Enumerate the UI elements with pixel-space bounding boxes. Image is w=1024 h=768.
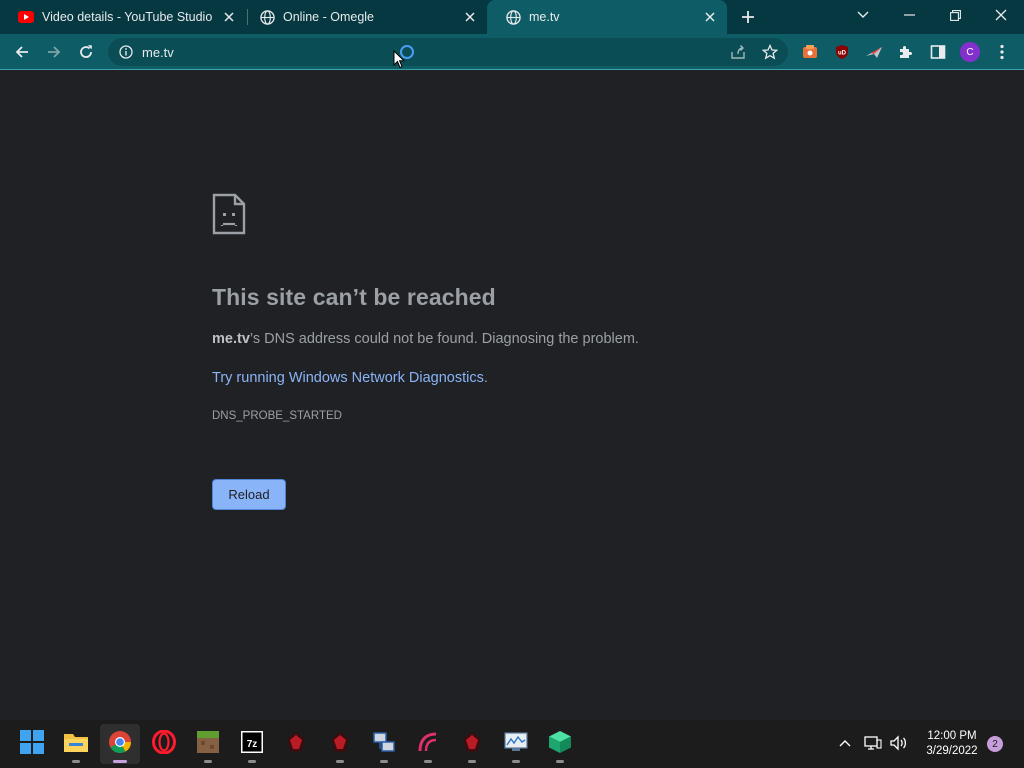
- taskbar-clock[interactable]: 12:00 PM 3/29/2022: [914, 729, 990, 759]
- file-explorer-icon: [63, 731, 89, 758]
- error-description: me.tv’s DNS address could not be found. …: [212, 331, 639, 347]
- extension-orange-icon[interactable]: [796, 38, 824, 66]
- clock-time: 12:00 PM: [927, 730, 977, 742]
- running-indicator: [512, 760, 520, 763]
- app-red-2-icon: [329, 731, 351, 758]
- clock-date: 3/29/2022: [926, 745, 978, 757]
- running-indicator: [72, 760, 80, 763]
- app-red-3-icon: [461, 731, 483, 758]
- avatar: C: [960, 42, 980, 62]
- link-suffix: .: [483, 370, 488, 386]
- start-button[interactable]: [12, 724, 52, 764]
- tab-title: me.tv: [529, 10, 560, 24]
- svg-text:uD: uD: [838, 51, 847, 57]
- restore-button[interactable]: [932, 0, 978, 30]
- taskbar-app-red-2[interactable]: [320, 724, 360, 764]
- running-indicator: [380, 760, 388, 763]
- running-indicator: [204, 760, 212, 763]
- taskbar-app-red-3[interactable]: [452, 724, 492, 764]
- url-text: me.tv: [142, 44, 174, 60]
- reload-button[interactable]: Reload: [212, 479, 286, 510]
- tab-omegle[interactable]: Online - Omegle: [241, 0, 487, 34]
- globe-icon: [505, 9, 521, 25]
- opera-icon: [152, 729, 176, 759]
- tab-title: Video details - YouTube Studio: [42, 10, 213, 24]
- taskbar-minecraft[interactable]: [188, 724, 228, 764]
- running-indicator: [468, 760, 476, 763]
- green-cube-icon: [548, 730, 572, 759]
- menu-icon[interactable]: [988, 38, 1016, 66]
- share-icon[interactable]: [724, 38, 752, 66]
- close-icon[interactable]: [701, 8, 719, 26]
- close-window-button[interactable]: [978, 0, 1024, 30]
- running-indicator: [336, 760, 344, 763]
- ublock-icon[interactable]: uD: [828, 38, 856, 66]
- running-indicator: [556, 760, 564, 763]
- tab-strip: Video details - YouTube Studio Online - …: [0, 0, 1024, 34]
- error-host: me.tv: [212, 331, 250, 347]
- mouse-cursor-icon: [393, 49, 406, 74]
- running-indicator: [424, 760, 432, 763]
- puzzle-icon[interactable]: [892, 38, 920, 66]
- 7zip-icon: 7z: [241, 730, 263, 758]
- sad-document-icon: [212, 193, 246, 240]
- diagnostics-line: Try running Windows Network Diagnostics.: [212, 370, 488, 386]
- svg-text:7z: 7z: [247, 739, 258, 750]
- bookmark-star-icon[interactable]: [756, 38, 784, 66]
- running-indicator: [113, 760, 127, 763]
- network-icon[interactable]: [862, 732, 884, 754]
- back-button[interactable]: [8, 38, 36, 66]
- start-icon: [20, 729, 44, 759]
- show-hidden-icons-button[interactable]: [834, 732, 856, 754]
- info-icon[interactable]: [118, 44, 134, 60]
- close-icon[interactable]: [461, 8, 479, 26]
- notification-badge[interactable]: 2: [987, 736, 1003, 752]
- forward-button[interactable]: [40, 38, 68, 66]
- extension-plane-icon[interactable]: [860, 38, 888, 66]
- taskbar-network-app[interactable]: [364, 724, 404, 764]
- error-description-text: ’s DNS address could not be found. Diagn…: [249, 331, 639, 347]
- tab-me-tv[interactable]: me.tv: [487, 0, 727, 34]
- running-indicator: [248, 760, 256, 763]
- taskbar-monitor-app[interactable]: [496, 724, 536, 764]
- monitor-app-icon: [504, 731, 528, 757]
- taskbar-chrome[interactable]: [100, 724, 140, 764]
- address-bar[interactable]: me.tv: [108, 38, 788, 66]
- tab-title: Online - Omegle: [283, 10, 375, 24]
- network-diagnostics-link[interactable]: Try running Windows Network Diagnostics: [212, 370, 484, 386]
- taskbar-green-cube-app[interactable]: [540, 724, 580, 764]
- close-icon[interactable]: [220, 8, 238, 26]
- chrome-icon: [108, 730, 132, 759]
- minecraft-icon: [197, 730, 219, 758]
- new-tab-button[interactable]: [736, 5, 760, 29]
- error-code: DNS_PROBE_STARTED: [212, 410, 342, 422]
- reload-toolbar-button[interactable]: [72, 38, 100, 66]
- youtube-icon: [18, 9, 34, 25]
- taskbar-pink-app[interactable]: [408, 724, 448, 764]
- app-red-1-icon: [285, 731, 307, 758]
- taskbar-file-explorer[interactable]: [56, 724, 96, 764]
- taskbar-opera[interactable]: [144, 724, 184, 764]
- tab-youtube-studio[interactable]: Video details - YouTube Studio: [0, 0, 246, 34]
- tab-search-button[interactable]: [840, 0, 886, 30]
- browser-toolbar: me.tv uD C: [0, 34, 1024, 70]
- pink-app-icon: [417, 731, 439, 758]
- minimize-button[interactable]: [886, 0, 932, 30]
- side-panel-icon[interactable]: [924, 38, 952, 66]
- taskbar-app-red-1[interactable]: [276, 724, 316, 764]
- network-app-icon: [372, 730, 396, 759]
- profile-avatar-button[interactable]: C: [956, 38, 984, 66]
- taskbar-7zip[interactable]: 7z: [232, 724, 272, 764]
- globe-icon: [259, 9, 275, 25]
- volume-icon[interactable]: [888, 732, 910, 754]
- error-title: This site can’t be reached: [212, 284, 496, 310]
